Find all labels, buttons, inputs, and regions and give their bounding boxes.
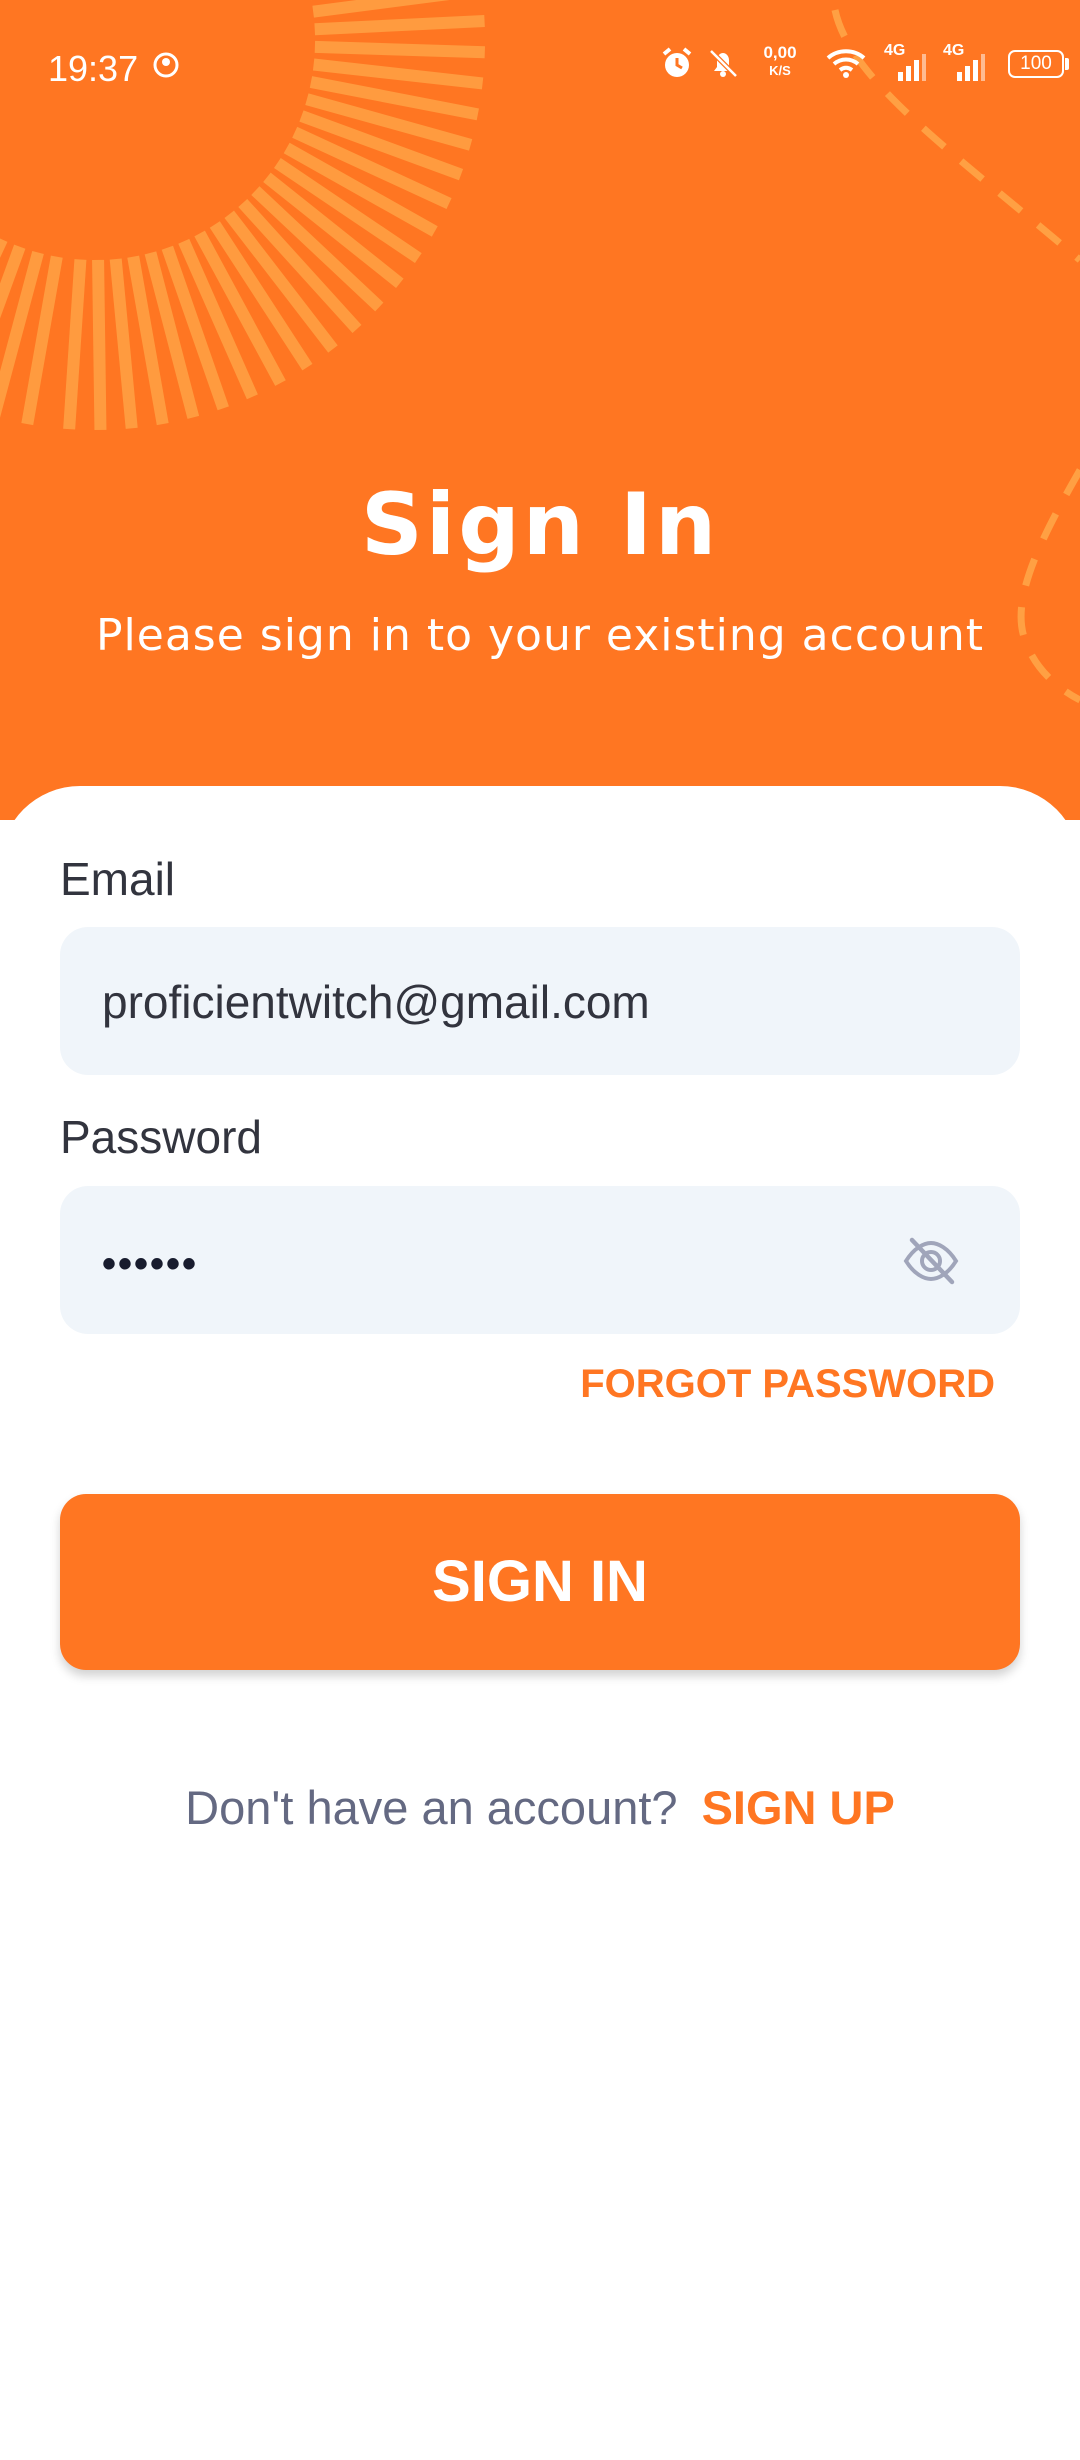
page-title: Sign In (360, 475, 720, 575)
bell-off-icon (709, 49, 738, 78)
alarm-icon (662, 47, 692, 77)
email-value[interactable]: proficientwitch@gmail.com (102, 975, 650, 1029)
signup-prompt: Don't have an account? SIGN UP (0, 1780, 1080, 1835)
eye-off-icon[interactable] (900, 1230, 962, 1292)
sign-in-button[interactable]: SIGN IN (60, 1494, 1020, 1670)
email-label: Email (60, 853, 176, 905)
status-bar: 19:37 0,00 K/S 4G 4G 100 (0, 0, 1080, 135)
battery-tip (1065, 58, 1069, 70)
signal-icon (957, 54, 985, 81)
battery-indicator: 100 (1008, 50, 1064, 78)
email-field[interactable]: proficientwitch@gmail.com (60, 927, 1020, 1075)
forgot-password-link[interactable]: FORGOT PASSWORD (580, 1362, 995, 1407)
password-field[interactable]: •••••• (60, 1186, 1020, 1334)
signal-icon (898, 54, 926, 81)
status-time: 19:37 (48, 48, 139, 89)
net-speed: 0,00 K/S (763, 43, 797, 79)
wifi-icon (826, 49, 866, 78)
password-value[interactable]: •••••• (102, 1242, 198, 1287)
signup-question: Don't have an account? (185, 1781, 678, 1834)
status-icons: 0,00 K/S 4G 4G 100 (660, 40, 1080, 90)
header-banner: 19:37 0,00 K/S 4G 4G 100 Sign In Please … (0, 0, 1080, 820)
password-label: Password (60, 1111, 262, 1163)
camera-status-icon (153, 52, 179, 78)
page-subtitle: Please sign in to your existing account (96, 610, 984, 661)
sign-in-label: SIGN IN (432, 1549, 648, 1614)
sign-up-link[interactable]: SIGN UP (702, 1781, 895, 1834)
